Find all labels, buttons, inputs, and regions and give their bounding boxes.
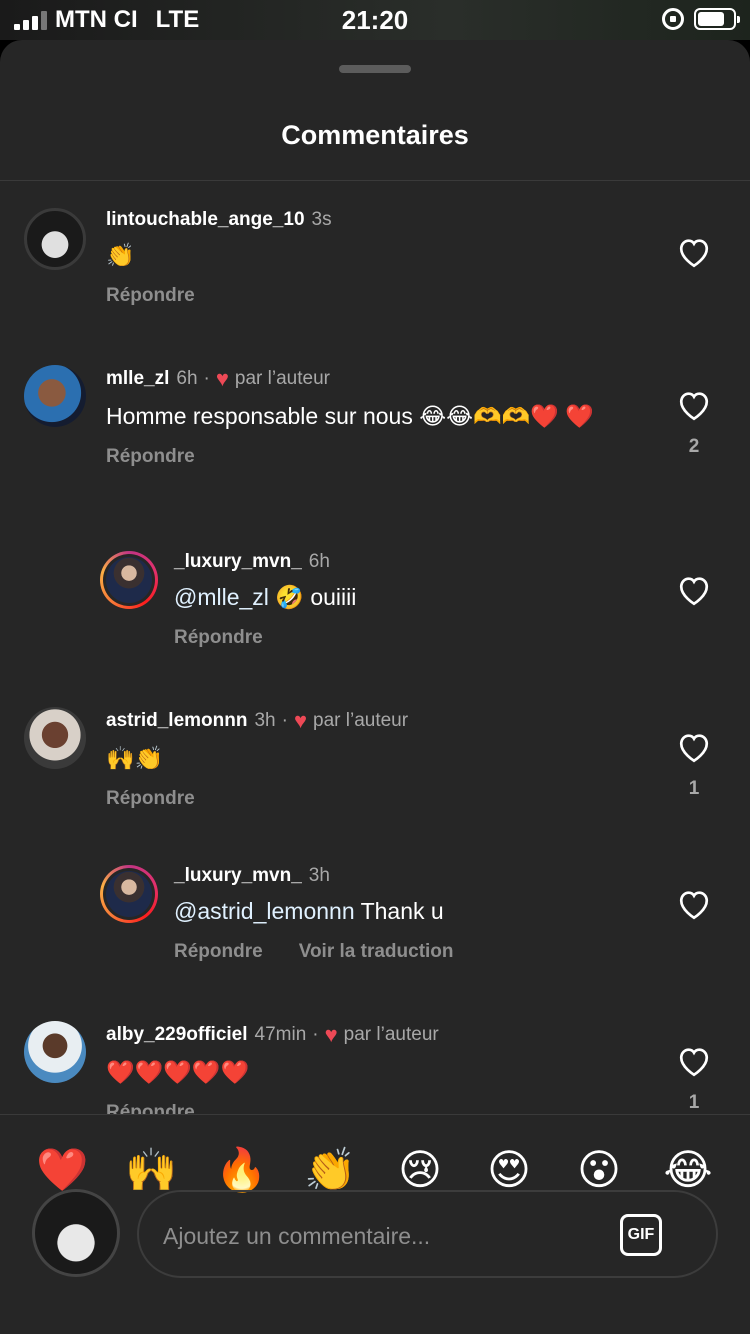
reaction-heart-eyes[interactable]: 😍 bbox=[483, 1144, 535, 1196]
clock: 21:20 bbox=[341, 5, 409, 35]
sheet-title: Commentaires bbox=[281, 120, 469, 150]
comment-text: ❤️❤️❤️❤️❤️ bbox=[106, 1059, 250, 1085]
liked-by-author-label: par l’auteur bbox=[313, 710, 409, 731]
heart-filled-icon: ♥ bbox=[324, 1022, 338, 1047]
like-count: 2 bbox=[688, 436, 700, 457]
comment-username[interactable]: _luxury_mvn_ bbox=[174, 865, 302, 887]
comment-text: 🤣 ouiiii bbox=[275, 584, 357, 610]
reply-button[interactable]: Répondre bbox=[106, 788, 195, 810]
reaction-clapping-hands[interactable]: 👏 bbox=[304, 1144, 356, 1196]
comment-time: 3h bbox=[308, 865, 330, 886]
reply-button[interactable]: Répondre bbox=[106, 285, 195, 307]
divider bbox=[0, 1114, 750, 1115]
like-button[interactable]: 2 bbox=[676, 388, 712, 458]
reaction-tears-of-joy[interactable]: 😂 bbox=[662, 1144, 714, 1196]
mention-link[interactable]: @astrid_lemonnn bbox=[174, 898, 355, 924]
like-button[interactable] bbox=[676, 887, 712, 925]
heart-outline-icon bbox=[679, 891, 709, 920]
avatar bbox=[32, 1189, 120, 1277]
battery-icon bbox=[694, 8, 740, 30]
reaction-fire[interactable]: 🔥 bbox=[215, 1144, 267, 1196]
comment-username[interactable]: _luxury_mvn_ bbox=[174, 551, 302, 573]
reaction-surprised-face[interactable]: 😮 bbox=[573, 1144, 625, 1196]
mention-link[interactable]: @mlle_zl bbox=[174, 584, 269, 610]
reply-button[interactable]: Répondre bbox=[174, 941, 263, 963]
comment-text: 🙌👏 bbox=[106, 745, 164, 771]
like-button[interactable] bbox=[676, 573, 712, 611]
comment-username[interactable]: mlle_zl bbox=[106, 368, 169, 390]
comment-username[interactable]: alby_229officiel bbox=[106, 1024, 248, 1046]
comment-username[interactable]: lintouchable_ange_10 bbox=[106, 209, 305, 231]
comment-time: 47min bbox=[254, 1024, 307, 1045]
comment-time: 3h bbox=[254, 710, 276, 731]
heart-filled-icon: ♥ bbox=[293, 708, 308, 733]
avatar[interactable] bbox=[100, 865, 158, 923]
reaction-raising-hands[interactable]: 🙌 bbox=[125, 1144, 177, 1196]
gif-icon[interactable]: GIF bbox=[620, 1214, 662, 1256]
see-translation-button[interactable]: Voir la traduction bbox=[299, 941, 454, 963]
reply-button[interactable]: Répondre bbox=[106, 446, 195, 468]
liked-by-author-label: par l’auteur bbox=[234, 368, 330, 389]
reaction-red-heart[interactable]: ❤️ bbox=[36, 1144, 88, 1196]
like-button[interactable]: 1 bbox=[676, 730, 712, 800]
comment-username[interactable]: astrid_lemonnn bbox=[106, 710, 247, 732]
comment-composer: GIF bbox=[137, 1190, 718, 1278]
like-count: 1 bbox=[688, 1092, 700, 1113]
heart-outline-icon bbox=[679, 734, 709, 763]
comment-time: 6h bbox=[308, 551, 330, 572]
liked-by-author-label: par l’auteur bbox=[343, 1024, 439, 1045]
like-count: 1 bbox=[688, 778, 700, 799]
rotation-lock-icon bbox=[662, 8, 684, 30]
status-bar: MTN CI LTE 21:20 bbox=[0, 0, 750, 40]
status-right bbox=[662, 8, 740, 30]
heart-outline-icon bbox=[679, 1048, 709, 1077]
comments-list[interactable]: lintouchable_ange_10 3s 👏 Répondre mlle_… bbox=[0, 181, 750, 1114]
heart-filled-icon: ♥ bbox=[215, 366, 229, 391]
reaction-crying-face[interactable]: 😢 bbox=[394, 1144, 446, 1196]
avatar[interactable] bbox=[24, 707, 86, 769]
heart-outline-icon bbox=[679, 392, 709, 421]
like-button[interactable] bbox=[676, 235, 712, 273]
sheet-grabber-handle[interactable] bbox=[339, 65, 411, 73]
comment-time: 3s bbox=[311, 209, 332, 230]
heart-outline-icon bbox=[679, 577, 709, 606]
comment-input[interactable] bbox=[163, 1214, 603, 1258]
reply-button[interactable]: Répondre bbox=[174, 627, 263, 649]
avatar[interactable] bbox=[100, 551, 158, 609]
reply-button[interactable]: Répondre bbox=[106, 1102, 195, 1114]
comment-time: 6h bbox=[176, 368, 198, 389]
avatar[interactable] bbox=[24, 1021, 86, 1083]
avatar[interactable] bbox=[24, 208, 86, 270]
avatar[interactable] bbox=[24, 365, 86, 427]
comment-text: Homme responsable sur nous 😂😂🫶🫶❤️ ❤️ bbox=[106, 403, 594, 429]
comments-sheet: Commentaires lintouchable_ange_10 3s 👏 R… bbox=[0, 40, 750, 1334]
heart-outline-icon bbox=[679, 239, 709, 268]
comment-text: 👏 bbox=[106, 242, 135, 268]
like-button[interactable]: 1 bbox=[676, 1044, 712, 1114]
comment-text: Thank u bbox=[360, 898, 444, 924]
